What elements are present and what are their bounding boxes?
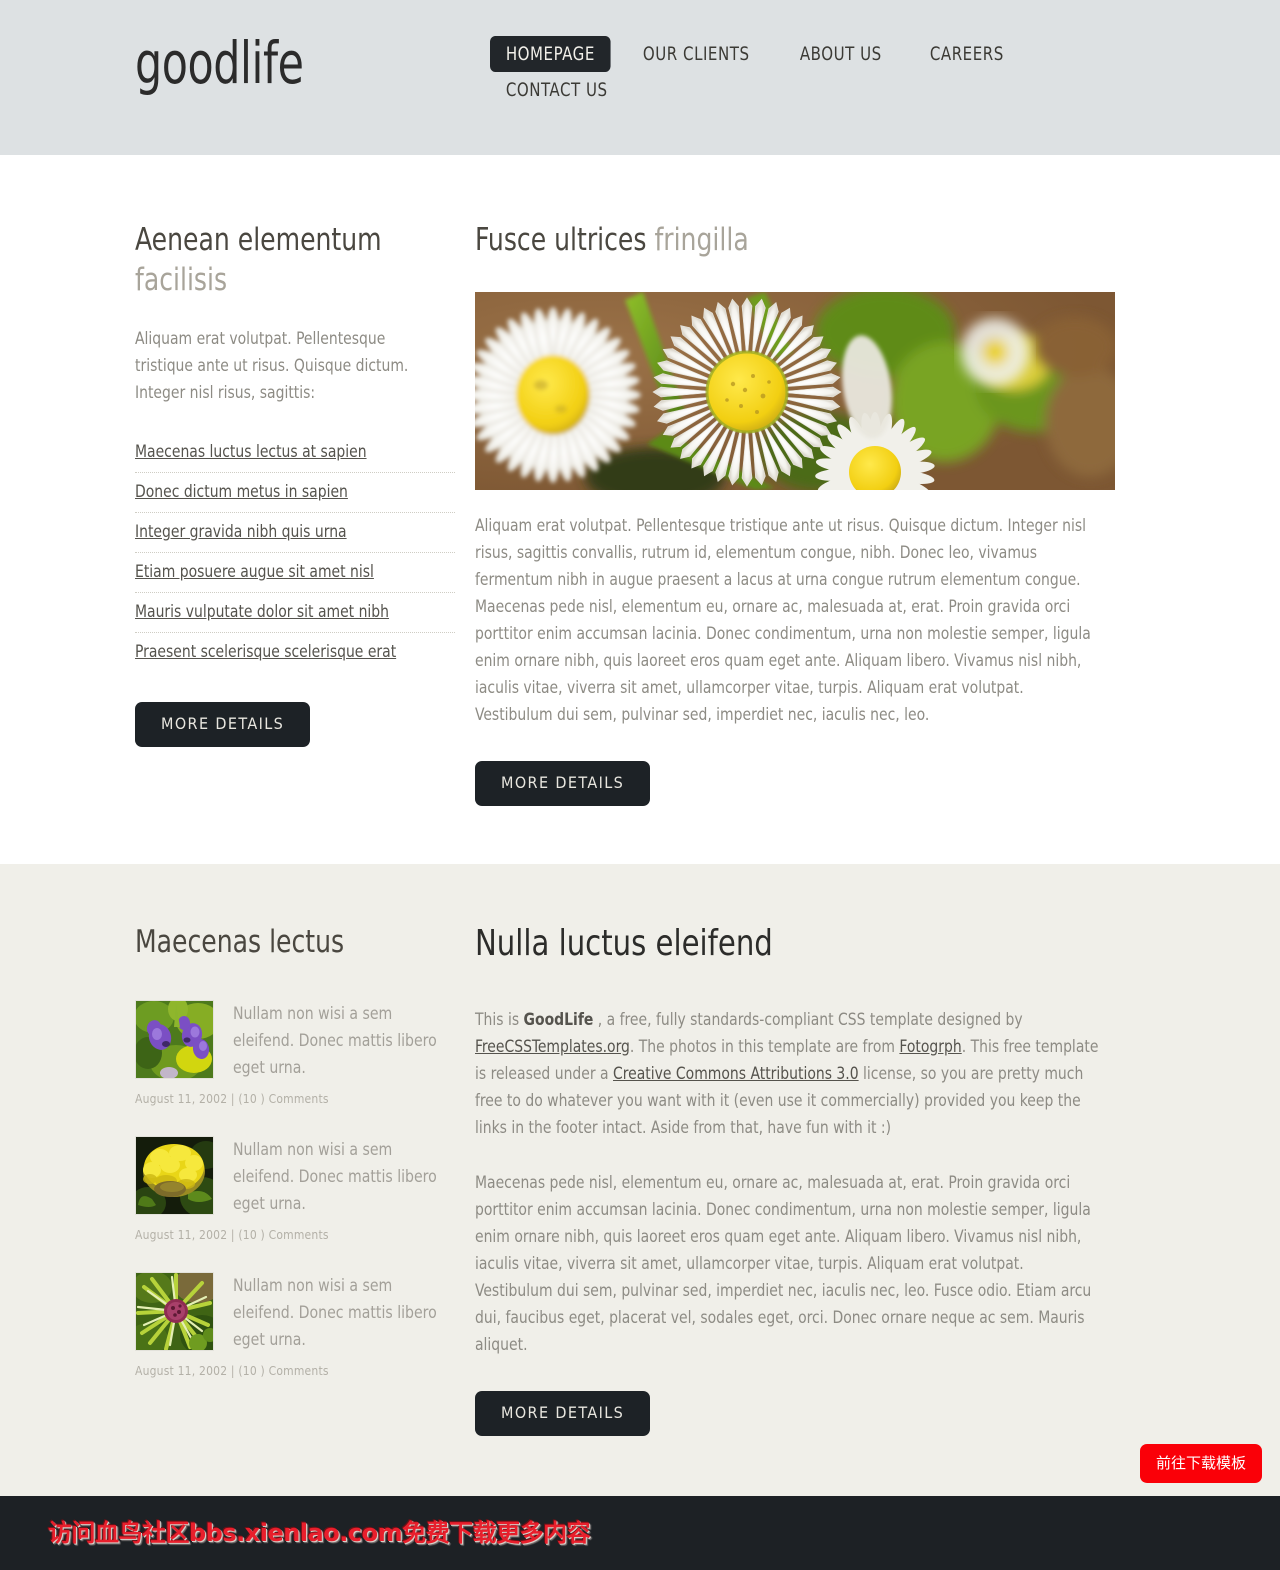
nav-item-careers[interactable]: CAREERS [914, 36, 1020, 72]
fotogrph-link[interactable]: Fotogrph [899, 1037, 961, 1056]
more-details-button-right[interactable]: MORE DETAILS [475, 761, 651, 806]
section-one-right-title: Fusce ultrices fringilla [475, 220, 1078, 260]
yellow-marigold-thumb-svg [136, 1137, 213, 1214]
list-item-text: Nullam non wisi a sem eleifend. Donec ma… [233, 1276, 437, 1349]
list-item: Praesent scelerisque scelerisque erat [135, 633, 455, 672]
download-template-button[interactable]: 前往下载模板 [1139, 1444, 1262, 1483]
nav-item-contact-us[interactable]: CONTACT US [490, 72, 623, 108]
list-item-text: Nullam non wisi a sem eleifend. Donec ma… [233, 1004, 437, 1077]
about-text-b: , a free, fully standards-compliant CSS … [593, 1010, 1023, 1029]
site-footer: 前往下载模板 访问血鸟社区bbs.xienlao.com免费下载更多内容 [0, 1444, 1280, 1570]
about-paragraph-one: This is GoodLife , a free, fully standar… [475, 1006, 1105, 1141]
section-one-left-intro: Aliquam erat volutpat. Pellentesque tris… [135, 329, 409, 402]
freecsstemplates-link[interactable]: FreeCSSTemplates.org [475, 1037, 630, 1056]
nav-item-about-us[interactable]: ABOUT US [784, 36, 898, 72]
about-text-a: This is [475, 1010, 524, 1029]
list-item[interactable]: Nullam non wisi a sem eleifend. Donec ma… [135, 1136, 455, 1242]
purple-flowers-thumb[interactable] [135, 1000, 214, 1079]
list-item[interactable]: Nullam non wisi a sem eleifend. Donec ma… [135, 1272, 455, 1378]
creative-commons-link[interactable]: Creative Commons Attributions 3.0 [613, 1064, 859, 1083]
list-item[interactable]: Nullam non wisi a sem eleifend. Donec ma… [135, 1000, 455, 1106]
yellow-marigold-thumb[interactable] [135, 1136, 214, 1215]
section-two-right-column: Nulla luctus eleifend This is GoodLife ,… [475, 922, 1145, 1436]
more-details-button-about[interactable]: MORE DETAILS [475, 1391, 651, 1436]
section-one-right-column: Fusce ultrices fringilla Aliquam erat vo… [475, 220, 1145, 806]
list-item: Maecenas luctus lectus at sapien [135, 433, 455, 473]
footer-watermark-text: 访问血鸟社区bbs.xienlao.com免费下载更多内容 [48, 1519, 591, 1547]
nav-item-homepage[interactable]: HOMEPAGE [490, 36, 611, 72]
main-navigation: HOMEPAGE OUR CLIENTS ABOUT US CAREERS CO… [490, 22, 1145, 108]
section-one-left-title-strong: Aenean elementum [135, 222, 382, 258]
section-one-right-title-strong: Fusce ultrices [475, 222, 647, 258]
section-two: Maecenas lectus Nullam non wisi a sem el… [0, 864, 1280, 1496]
link-list-item-3[interactable]: Etiam posuere augue sit amet nisl [135, 553, 436, 592]
link-list-item-5[interactable]: Praesent scelerisque scelerisque erat [135, 633, 436, 672]
list-item-text: Nullam non wisi a sem eleifend. Donec ma… [233, 1140, 437, 1213]
more-details-button-left[interactable]: MORE DETAILS [135, 702, 311, 747]
about-paragraph-two: Maecenas pede nisl, elementum eu, ornare… [475, 1173, 1092, 1354]
list-item: Mauris vulputate dolor sit amet nibh [135, 593, 455, 633]
section-one-left-column: Aenean elementum facilisis Aliquam erat … [135, 220, 475, 806]
link-list-item-4[interactable]: Mauris vulputate dolor sit amet nibh [135, 593, 436, 632]
green-thistle-thumb[interactable] [135, 1272, 214, 1351]
section-one-left-title: Aenean elementum facilisis [135, 220, 423, 300]
list-item-meta: August 11, 2002 | (10 ) Comments [135, 1092, 329, 1106]
site-header: goodlife HOMEPAGE OUR CLIENTS ABOUT US C… [0, 0, 1280, 155]
section-one-right-title-muted: fringilla [654, 222, 749, 258]
list-item: Integer gravida nibh quis urna [135, 513, 455, 553]
link-list-item-2[interactable]: Integer gravida nibh quis urna [135, 513, 436, 552]
list-item: Etiam posuere augue sit amet nisl [135, 553, 455, 593]
about-text-c: . The photos in this template are from [629, 1037, 900, 1056]
purple-flowers-thumb-svg [136, 1001, 213, 1078]
section-two-left-column: Maecenas lectus Nullam non wisi a sem el… [135, 922, 475, 1436]
brand-name: GoodLife [523, 1010, 594, 1029]
section-one-left-title-muted: facilisis [135, 262, 228, 298]
daisy-photo-svg [475, 292, 1115, 490]
section-one-link-list: Maecenas luctus lectus at sapien Donec d… [135, 433, 455, 672]
section-one-right-body: Aliquam erat volutpat. Pellentesque tris… [475, 516, 1091, 724]
daisy-flowers-photo [475, 292, 1115, 490]
site-logo[interactable]: goodlife [135, 22, 426, 92]
link-list-item-0[interactable]: Maecenas luctus lectus at sapien [135, 433, 436, 472]
section-two-left-title: Maecenas lectus [135, 924, 345, 960]
link-list-item-1[interactable]: Donec dictum metus in sapien [135, 473, 436, 512]
section-one: Aenean elementum facilisis Aliquam erat … [0, 155, 1280, 864]
list-item-meta: August 11, 2002 | (10 ) Comments [135, 1228, 329, 1242]
list-item-meta: August 11, 2002 | (10 ) Comments [135, 1364, 329, 1378]
green-thistle-thumb-svg [136, 1273, 213, 1350]
list-item: Donec dictum metus in sapien [135, 473, 455, 513]
nav-item-our-clients[interactable]: OUR CLIENTS [627, 36, 765, 72]
section-two-right-title: Nulla luctus eleifend [475, 923, 773, 964]
